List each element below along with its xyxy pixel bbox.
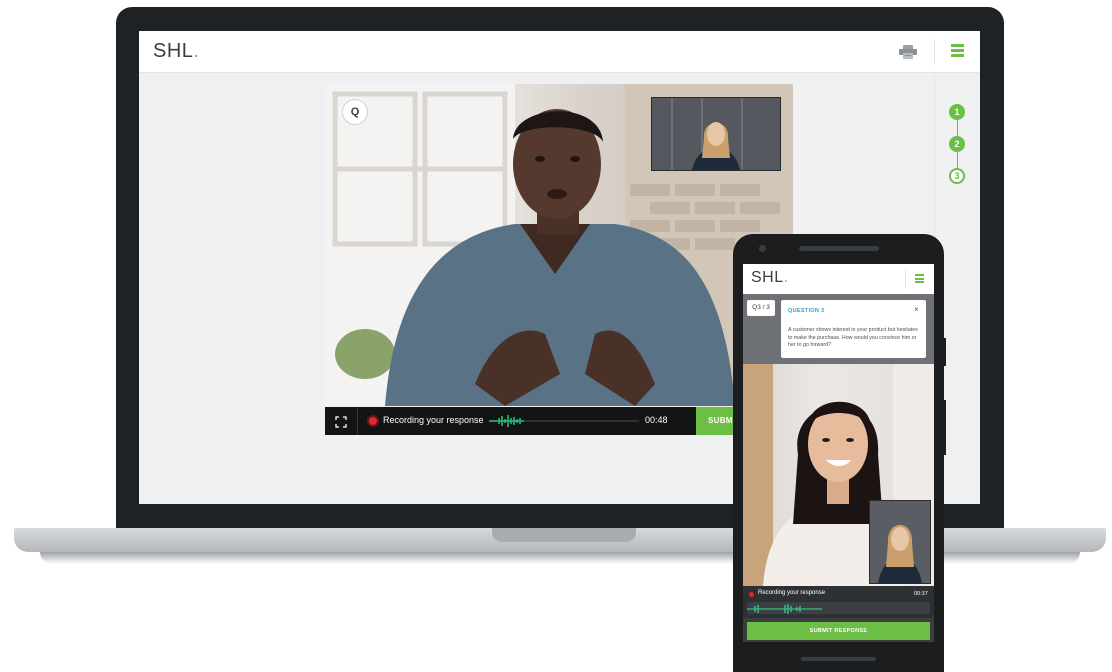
recording-timer: 00:37 (914, 591, 928, 597)
control-divider (357, 407, 358, 435)
submit-response-button[interactable]: SUBMIT RESPONSE (747, 622, 930, 640)
recording-control-bar: Recording your response 00:48 SUBMI (325, 407, 793, 435)
mobile-recording-bar: Recording your response 00:37 (743, 586, 934, 618)
laptop-hinge-notch (492, 528, 636, 542)
header-divider (905, 269, 906, 289)
close-icon[interactable]: × (914, 305, 919, 314)
logo-text: SHL (153, 40, 194, 62)
step-2[interactable]: 2 (949, 136, 965, 152)
print-icon[interactable] (899, 45, 917, 59)
question-text: A customer shows interest in your produc… (788, 327, 918, 348)
phone-home-indicator (801, 657, 876, 661)
shl-logo: SHL. (153, 40, 199, 63)
hamburger-menu-icon[interactable] (915, 274, 924, 283)
hamburger-menu-icon[interactable] (951, 44, 964, 57)
mobile-app-header: SHL. (743, 264, 934, 295)
phone-screen: SHL. Q3 / 3 QUESTION 3 × A customer show… (743, 264, 934, 642)
phone-device: SHL. Q3 / 3 QUESTION 3 × A customer show… (733, 234, 944, 672)
question-card: QUESTION 3 × A customer shows interest i… (781, 300, 926, 358)
recording-timer: 00:48 (645, 415, 668, 425)
app-header: SHL. (139, 31, 980, 73)
step-1[interactable]: 1 (949, 104, 965, 120)
question-badge[interactable]: Q (342, 99, 368, 125)
fullscreen-icon[interactable] (335, 415, 347, 428)
interviewer-illustration (870, 501, 930, 583)
candidate-video-feed (743, 364, 934, 586)
step-3[interactable]: 3 (949, 168, 965, 184)
audio-waveform (747, 602, 930, 614)
header-divider (934, 39, 935, 65)
recording-indicator-icon (749, 592, 754, 597)
logo-dot: . (783, 269, 789, 286)
recording-indicator-icon (369, 417, 377, 425)
question-title: QUESTION 3 (788, 308, 825, 314)
recording-label: Recording your response (758, 590, 826, 596)
phone-speaker (799, 246, 879, 251)
question-panel: Q3 / 3 QUESTION 3 × A customer shows int… (743, 294, 934, 364)
interviewer-illustration (652, 98, 780, 170)
interviewer-pip-video (869, 500, 931, 584)
candidate-video-feed: Q (325, 84, 793, 406)
phone-camera (759, 245, 766, 252)
audio-waveform (489, 415, 639, 427)
shl-logo: SHL. (751, 269, 789, 287)
logo-text: SHL (751, 269, 784, 286)
logo-dot: . (193, 40, 200, 62)
recording-label: Recording your response (383, 415, 484, 425)
question-counter: Q3 / 3 (747, 300, 775, 316)
interviewer-pip-video (651, 97, 781, 171)
